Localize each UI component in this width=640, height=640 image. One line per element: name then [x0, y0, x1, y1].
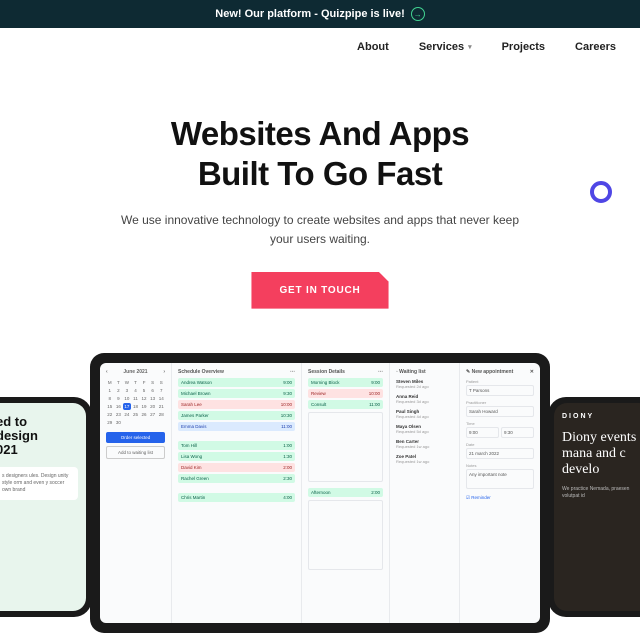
details-panel: Session Details⋯ Morning Block9:00 Revie… [302, 363, 390, 623]
hero-title: Websites And AppsBuilt To Go Fast [40, 114, 600, 193]
phone-left: ed todesign021 s designers ules. Design … [0, 397, 92, 617]
chevron-down-icon: ▾ [468, 43, 472, 51]
phone-right-body: We practice Nemada, praesen volutpat id [562, 486, 640, 500]
order-button[interactable]: Order selected [106, 432, 165, 443]
cta-button[interactable]: GET IN TOUCH [251, 272, 388, 309]
phone-right-logo: DIONY [562, 413, 640, 420]
waiting-panel: ◦ Waiting list Steven MilesRequested 2d … [390, 363, 460, 623]
hero-sub: We use innovative technology to create w… [120, 211, 520, 249]
appointment-panel: ✎ New appointment✕ PatientT Parsons Prac… [460, 363, 540, 623]
phone-left-title: ed todesign021 [0, 415, 78, 458]
waitlist-button[interactable]: Add to waiting list [106, 446, 165, 459]
phone-right-title: Diony events mana and c develo [562, 430, 640, 478]
device-showcase: ed todesign021 s designers ules. Design … [0, 353, 640, 633]
calendar-grid: MTWTFSS 1234567 891011121314 15161718192… [106, 379, 165, 426]
laptop: ‹June 2021› MTWTFSS 1234567 891011121314… [90, 353, 550, 633]
announcement-banner[interactable]: New! Our platform - Quizpipe is live! → [0, 0, 640, 28]
phone-right: DIONY Diony events mana and c develo We … [548, 397, 640, 617]
calendar-panel: ‹June 2021› MTWTFSS 1234567 891011121314… [100, 363, 172, 623]
banner-text: New! Our platform - Quizpipe is live! [215, 8, 404, 20]
schedule-panel: Schedule Overview⋯ Andrea Watson9:00 Mic… [172, 363, 302, 623]
nav-about[interactable]: About [357, 41, 389, 53]
main-nav: About Services▾ Projects Careers [0, 28, 640, 66]
phone-left-card: s designers ules. Design unity style orm… [0, 467, 78, 500]
decorative-ring-icon [590, 181, 612, 203]
hero: Websites And AppsBuilt To Go Fast We use… [0, 66, 640, 329]
arrow-circle-icon: → [411, 7, 425, 21]
nav-careers[interactable]: Careers [575, 41, 616, 53]
nav-projects[interactable]: Projects [502, 41, 545, 53]
nav-services[interactable]: Services▾ [419, 41, 472, 53]
